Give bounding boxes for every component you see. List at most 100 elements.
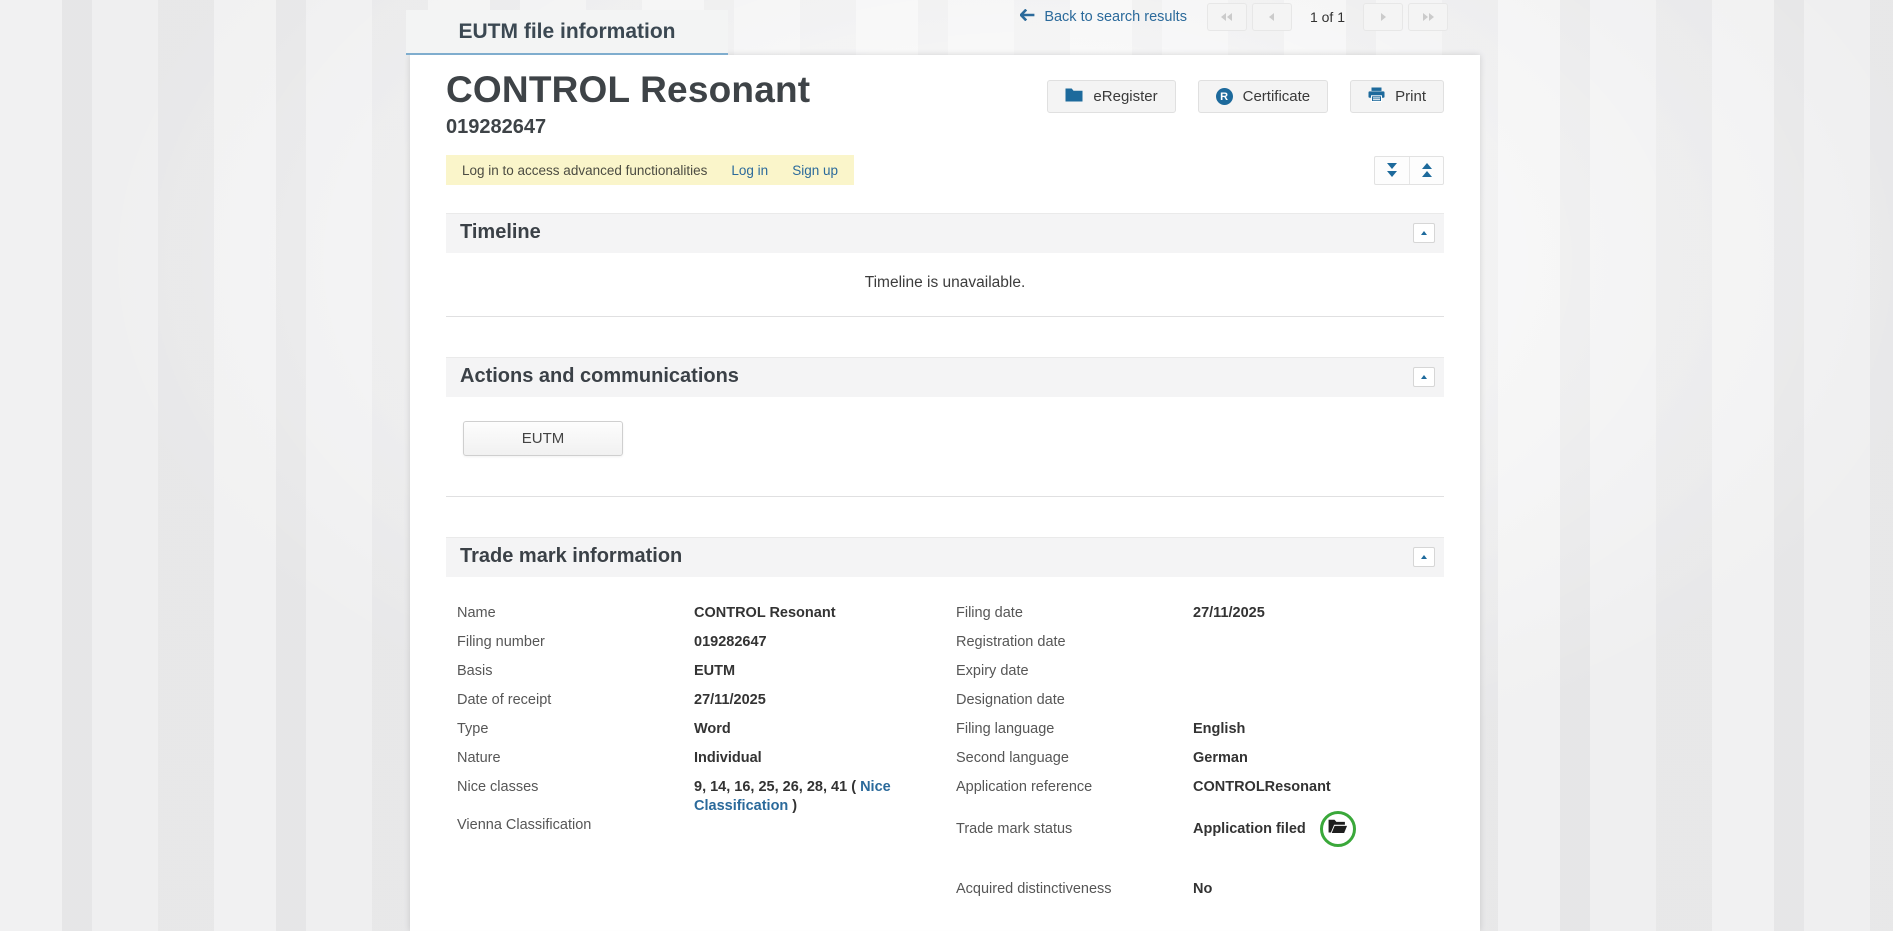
- eutm-tab-button[interactable]: EUTM: [463, 421, 623, 456]
- table-row-nature: Nature Individual: [446, 749, 945, 778]
- table-row-filing-number: Filing number 019282647: [446, 633, 945, 662]
- field-value: No: [1193, 880, 1423, 899]
- next-page-button[interactable]: [1363, 3, 1403, 31]
- table-row-name: Name CONTROL Resonant: [446, 604, 945, 633]
- field-label: Trade mark status: [956, 820, 1193, 839]
- field-value: Application filed: [1193, 811, 1356, 847]
- field-label: Nice classes: [457, 778, 694, 797]
- timeline-section-body: Timeline is unavailable.: [446, 253, 1444, 317]
- field-label: Name: [457, 604, 694, 623]
- printer-icon: [1368, 87, 1385, 106]
- action-buttons: eRegister R Certificate: [1047, 80, 1444, 139]
- timeline-section-header: Timeline: [446, 213, 1444, 253]
- page-indicator: 1 of 1: [1310, 9, 1345, 25]
- field-label: Second language: [956, 749, 1193, 768]
- back-to-search-results-link[interactable]: Back to search results: [1020, 9, 1187, 25]
- login-banner: Log in to access advanced functionalitie…: [446, 155, 854, 185]
- table-row-application-reference: Application reference CONTROLResonant: [945, 778, 1444, 807]
- page-title: CONTROL Resonant: [446, 69, 810, 111]
- field-label: Filing number: [457, 633, 694, 652]
- print-label: Print: [1395, 88, 1426, 105]
- status-badge: [1320, 811, 1356, 847]
- timeline-section: Timeline Timeline is unavailable.: [446, 213, 1444, 317]
- right-arrow-icon: [1381, 13, 1386, 21]
- trademark-left-column: Name CONTROL Resonant Filing number 0192…: [446, 604, 945, 909]
- chevron-up-icon: [1421, 375, 1427, 379]
- trademark-grid: Name CONTROL Resonant Filing number 0192…: [446, 604, 1444, 909]
- expand-collapse-group: [1374, 156, 1444, 185]
- sign-up-link[interactable]: Sign up: [792, 163, 838, 178]
- table-row-trade-mark-status: Trade mark status Application filed: [945, 807, 1444, 851]
- trademark-collapse-button[interactable]: [1413, 547, 1435, 567]
- field-label: Filing language: [956, 720, 1193, 739]
- trademark-section-header: Trade mark information: [446, 537, 1444, 577]
- field-value: Individual: [694, 749, 912, 768]
- open-folder-icon: [1327, 818, 1348, 841]
- actions-collapse-button[interactable]: [1413, 367, 1435, 387]
- field-label: Date of receipt: [457, 691, 694, 710]
- field-label: Designation date: [956, 691, 1193, 710]
- title-row: CONTROL Resonant 019282647 eRegister R C…: [446, 69, 1444, 139]
- field-label: Expiry date: [956, 662, 1193, 681]
- timeline-collapse-button[interactable]: [1413, 223, 1435, 243]
- actions-section-header: Actions and communications: [446, 357, 1444, 397]
- eregister-button[interactable]: eRegister: [1047, 80, 1175, 113]
- last-page-button[interactable]: [1408, 3, 1448, 31]
- table-row-designation-date: Designation date: [945, 691, 1444, 720]
- table-row-filing-language: Filing language English: [945, 720, 1444, 749]
- trademark-section-body: Name CONTROL Resonant Filing number 0192…: [446, 577, 1444, 931]
- field-label: Type: [457, 720, 694, 739]
- table-row-basis: Basis EUTM: [446, 662, 945, 691]
- tab-eutm-file-information[interactable]: EUTM file information: [406, 10, 728, 55]
- left-arrow-icon: [1269, 13, 1274, 21]
- nice-classes-value: 9, 14, 16, 25, 26, 28, 41 (: [694, 779, 860, 795]
- field-label: Nature: [457, 749, 694, 768]
- print-button[interactable]: Print: [1350, 80, 1444, 113]
- field-value: German: [1193, 749, 1423, 768]
- nice-classes-suffix: ): [788, 798, 797, 814]
- field-value: 27/11/2025: [694, 691, 912, 710]
- table-row-type: Type Word: [446, 720, 945, 749]
- login-banner-message: Log in to access advanced functionalitie…: [462, 163, 707, 178]
- first-page-button[interactable]: [1207, 3, 1247, 31]
- field-label: Vienna Classification: [457, 816, 694, 835]
- table-row-registration-date: Registration date: [945, 633, 1444, 662]
- double-left-arrow-icon: [1221, 13, 1226, 21]
- actions-section-body: EUTM: [446, 397, 1444, 497]
- table-row-acquired-distinctiveness: Acquired distinctiveness No: [945, 880, 1444, 909]
- field-value: CONTROLResonant: [1193, 778, 1423, 797]
- field-value: 9, 14, 16, 25, 26, 28, 41 ( Nice Classif…: [694, 778, 912, 816]
- previous-page-button[interactable]: [1252, 3, 1292, 31]
- login-row: Log in to access advanced functionalitie…: [446, 155, 1444, 185]
- table-row-second-language: Second language German: [945, 749, 1444, 778]
- field-value: English: [1193, 720, 1423, 739]
- actions-section-title: Actions and communications: [460, 364, 1430, 389]
- field-label: Basis: [457, 662, 694, 681]
- pager: 1 of 1: [1207, 3, 1448, 31]
- trademark-section-title: Trade mark information: [460, 544, 1430, 569]
- expand-all-button[interactable]: [1375, 157, 1409, 184]
- collapse-all-button[interactable]: [1409, 157, 1443, 184]
- table-row-date-of-receipt: Date of receipt 27/11/2025: [446, 691, 945, 720]
- timeline-empty-message: Timeline is unavailable.: [446, 253, 1444, 316]
- log-in-link[interactable]: Log in: [731, 163, 768, 178]
- field-value: Word: [694, 720, 912, 739]
- field-label: Filing date: [956, 604, 1193, 623]
- chevron-up-icon: [1421, 231, 1427, 235]
- certificate-button[interactable]: R Certificate: [1198, 80, 1329, 113]
- double-chevron-down-icon: [1387, 163, 1397, 169]
- title-block: CONTROL Resonant 019282647: [446, 69, 810, 139]
- table-row-nice-classes: Nice classes 9, 14, 16, 25, 26, 28, 41 (…: [446, 778, 945, 816]
- table-row-vienna-classification: Vienna Classification: [446, 816, 945, 845]
- field-value: 019282647: [694, 633, 912, 652]
- field-value: CONTROL Resonant: [694, 604, 912, 623]
- timeline-section-title: Timeline: [460, 220, 1430, 245]
- top-nav: Back to search results 1 of 1: [1020, 2, 1448, 32]
- field-label: Acquired distinctiveness: [956, 880, 1193, 899]
- filing-number-heading: 019282647: [446, 116, 810, 139]
- back-link-label: Back to search results: [1044, 9, 1187, 25]
- table-row-spacer: [945, 851, 1444, 880]
- field-label: Application reference: [956, 778, 1193, 797]
- trademark-section: Trade mark information Name CONTROL Reso…: [446, 537, 1444, 931]
- tab-label: EUTM file information: [459, 20, 676, 44]
